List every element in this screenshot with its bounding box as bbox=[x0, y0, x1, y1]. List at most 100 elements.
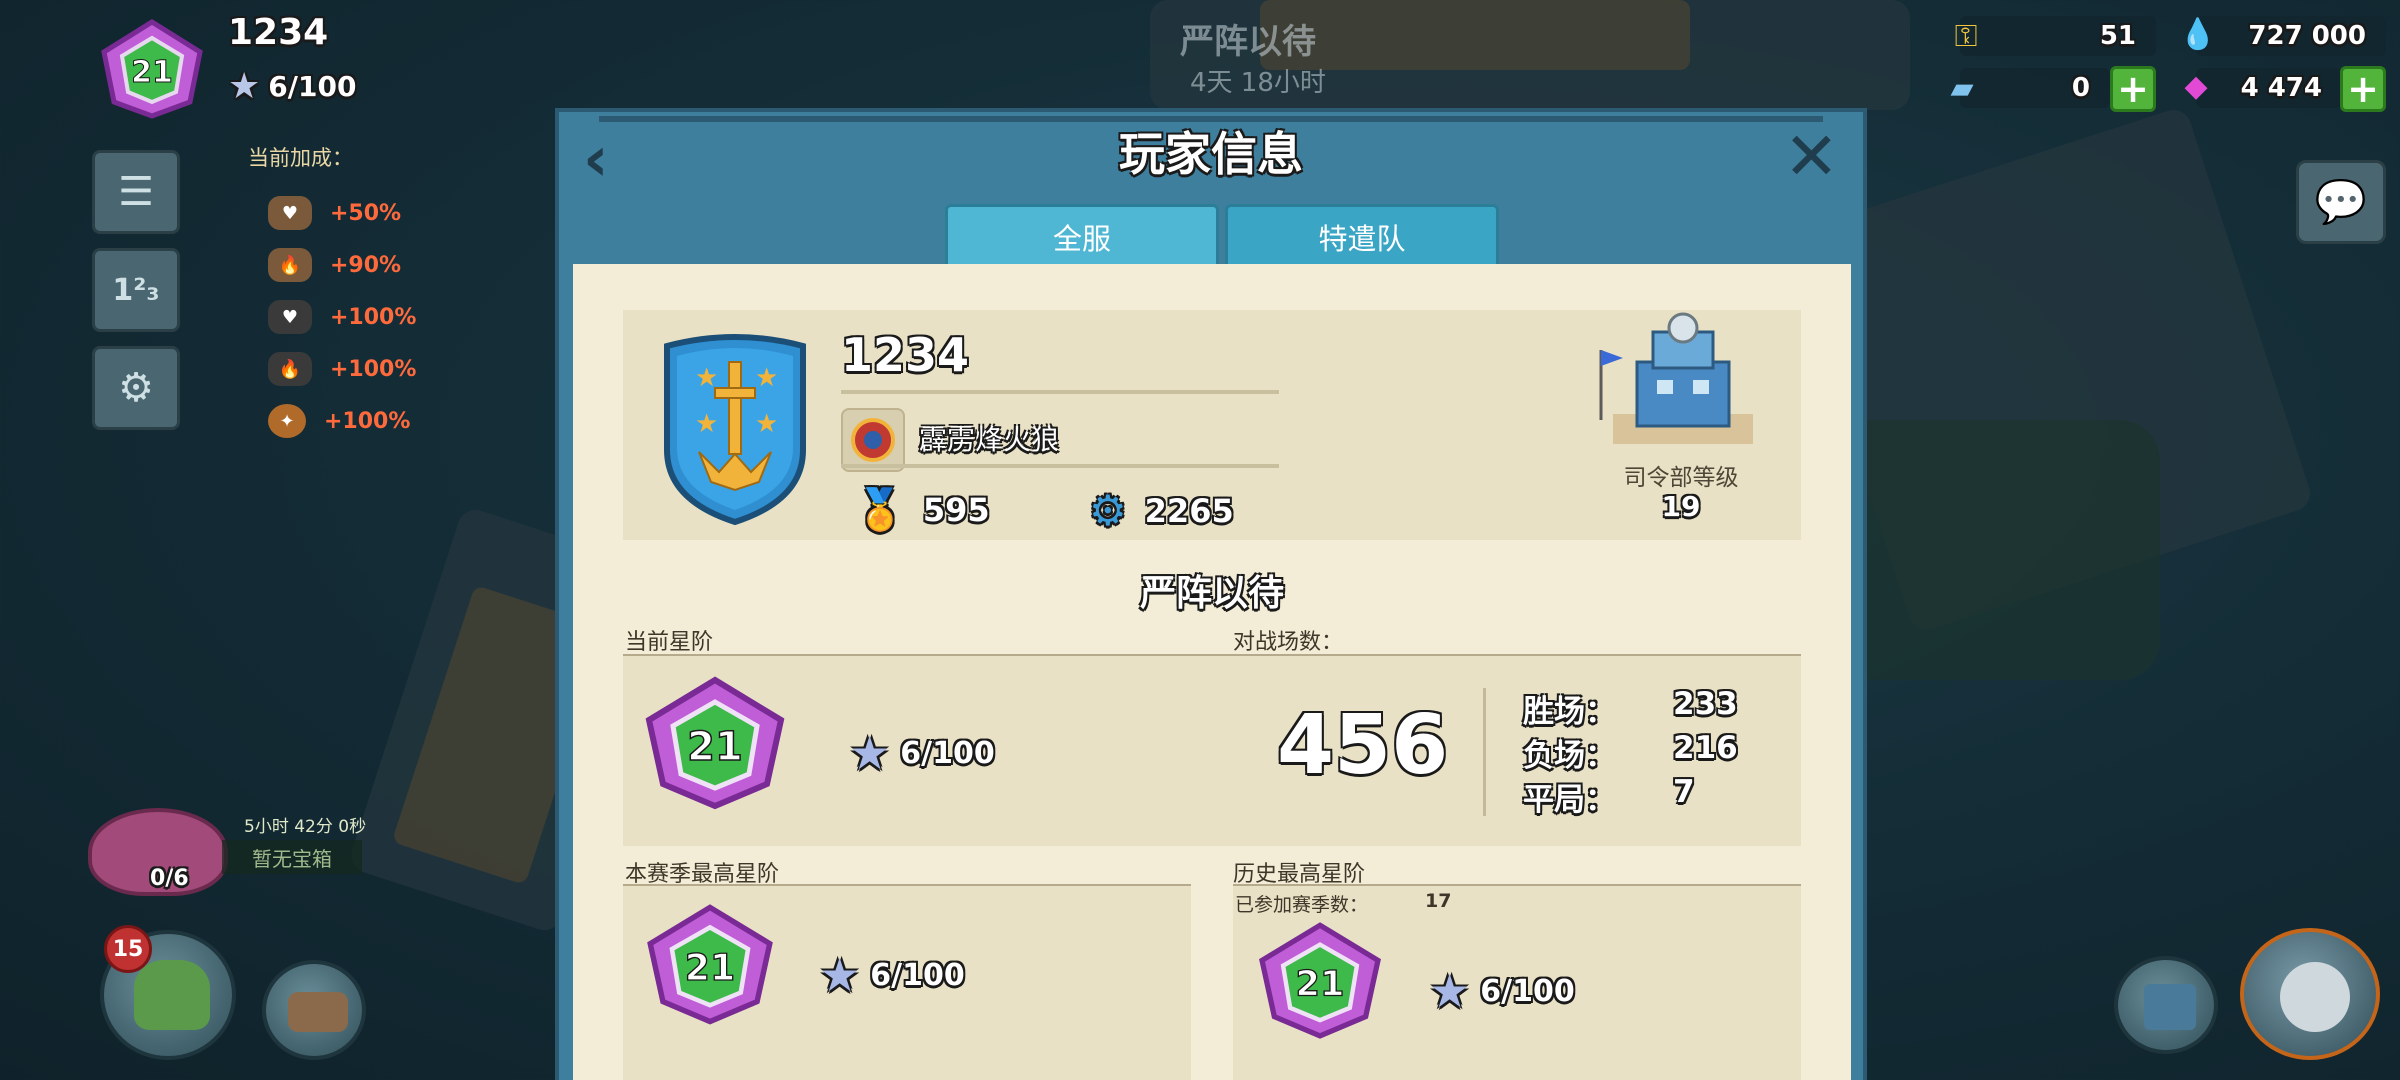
player-emblem-shield-icon: ★ ★ ★ ★ bbox=[664, 334, 806, 526]
attack-map-button[interactable] bbox=[2240, 928, 2380, 1060]
rank-badge-icon: 21 bbox=[645, 676, 785, 810]
history-best-stars-value: 6/100 bbox=[1480, 973, 1575, 1009]
chat-button[interactable]: 💬 bbox=[2296, 160, 2386, 244]
troop-damage-boost-icon: 🔥 bbox=[268, 248, 312, 282]
diamonds-counter: 727 000 bbox=[2196, 16, 2386, 56]
soldier-damage-boost-icon: 🔥 bbox=[268, 352, 312, 386]
season-best-stars-value: 6/100 bbox=[870, 957, 965, 993]
podium-icon: 1²₃ bbox=[112, 272, 160, 308]
leaderboard-button[interactable]: 1²₃ bbox=[92, 248, 180, 332]
headquarters-button[interactable] bbox=[2114, 956, 2218, 1054]
boost-row: ♥ +50% bbox=[268, 196, 401, 230]
hud-stars: ★ 6/100 bbox=[228, 66, 356, 107]
player-info-dialog: ‹ 玩家信息 ✕ 全服 特遣队 ★ ★ ★ ★ 1234 霹雳烽火狼 🏅 595… bbox=[555, 108, 1867, 1080]
globe-icon bbox=[2280, 962, 2350, 1032]
add-gems-button[interactable]: + bbox=[2340, 66, 2386, 112]
boost-value: +100% bbox=[330, 304, 417, 330]
boost-title: 当前加成： bbox=[248, 146, 353, 170]
seasons-joined-label: 已参加赛季数： bbox=[1235, 894, 1369, 916]
star-icon: ★ bbox=[228, 66, 261, 107]
boost-value: +50% bbox=[330, 200, 402, 226]
boost-value: +90% bbox=[330, 252, 402, 278]
tab-label: 特遣队 bbox=[1318, 221, 1406, 256]
rank-badge-level: 21 bbox=[131, 55, 173, 90]
wins-label: 胜场： bbox=[1523, 694, 1616, 730]
add-tickets-button[interactable]: + bbox=[2110, 66, 2156, 112]
rank-badge-icon[interactable]: 21 bbox=[92, 16, 212, 124]
dialog-title: 玩家信息 bbox=[1119, 127, 1303, 181]
diamond-icon: 💧 bbox=[2179, 16, 2217, 52]
current-rank-card: 21 ★ 6/100 456 胜场： 233 负场： 216 平局： 7 bbox=[623, 656, 1801, 846]
boost-row: 🔥 +90% bbox=[268, 248, 401, 282]
menu-button[interactable]: ☰ bbox=[92, 150, 180, 234]
gem-icon: ◆ bbox=[2184, 68, 2208, 104]
star-icon: ★ bbox=[819, 948, 861, 1002]
current-rank-label: 当前星阶 bbox=[625, 630, 714, 655]
key-icon: ⚿ bbox=[1954, 18, 1978, 54]
svg-text:★: ★ bbox=[755, 363, 778, 393]
boost-row: ♥ +100% bbox=[268, 300, 416, 334]
seasons-joined-value: 17 bbox=[1425, 890, 1452, 912]
gear-power-icon: ⚙ bbox=[1089, 486, 1127, 535]
dialog-paper: ★ ★ ★ ★ 1234 霹雳烽火狼 🏅 595 ⚙ 2265 司令部等级 19… bbox=[573, 264, 1851, 1080]
losses-value: 216 bbox=[1673, 730, 1738, 766]
keys-value: 51 bbox=[2099, 21, 2136, 51]
star-icon: ★ bbox=[849, 726, 891, 780]
player-card: ★ ★ ★ ★ 1234 霹雳烽火狼 🏅 595 ⚙ 2265 司令部等级 19 bbox=[623, 310, 1801, 540]
battles-label: 对战场数： bbox=[1233, 630, 1344, 655]
medal-icon: 🏅 bbox=[855, 487, 905, 533]
building-icon bbox=[2144, 984, 2196, 1030]
hq-level-value: 19 bbox=[1661, 490, 1701, 523]
hamburger-menu-icon: ☰ bbox=[118, 169, 154, 215]
divider bbox=[841, 464, 1279, 468]
clan-emblem-icon bbox=[841, 408, 905, 472]
boost-value: +100% bbox=[330, 356, 417, 382]
chest-count: 0/6 bbox=[150, 866, 189, 891]
divider bbox=[841, 390, 1279, 394]
tab-global[interactable]: 全服 bbox=[945, 204, 1219, 266]
battles-total: 456 bbox=[1277, 698, 1449, 793]
losses-label: 负场： bbox=[1523, 738, 1616, 774]
troops-icon bbox=[134, 960, 210, 1030]
tab-label: 全服 bbox=[1052, 221, 1111, 256]
weapons-button[interactable] bbox=[262, 960, 366, 1060]
hud-player-name: 1234 bbox=[228, 12, 329, 53]
event-title: 严阵以待 bbox=[1180, 22, 1316, 62]
event-time-left: 4天 18小时 bbox=[1190, 68, 1326, 98]
star-icon: ★ bbox=[1429, 964, 1471, 1018]
season-best-stars: ★ 6/100 bbox=[819, 948, 965, 1002]
svg-text:★: ★ bbox=[695, 409, 718, 439]
season-best-level: 21 bbox=[685, 946, 735, 989]
boost-row: 🔥 +100% bbox=[268, 352, 416, 386]
troop-health-boost-icon: ♥ bbox=[268, 196, 312, 230]
gear-icon: ⚙ bbox=[118, 365, 154, 411]
current-stars-value: 6/100 bbox=[900, 735, 995, 771]
tickets-value: 0 bbox=[2071, 73, 2090, 103]
history-best-card: 已参加赛季数： 17 21 ★ 6/100 bbox=[1233, 886, 1801, 1080]
chest-label: 暂无宝箱 bbox=[222, 840, 362, 874]
cannon-icon bbox=[288, 992, 348, 1032]
close-x-icon: ✕ bbox=[1783, 118, 1839, 195]
soldier-health-boost-icon: ♥ bbox=[268, 300, 312, 334]
boost-row: ✦ +100% bbox=[268, 404, 410, 438]
history-best-stars: ★ 6/100 bbox=[1429, 964, 1575, 1018]
hud-stars-value: 6/100 bbox=[268, 70, 357, 103]
history-best-level: 21 bbox=[1296, 964, 1345, 1005]
rank-badge-icon: 21 bbox=[647, 904, 773, 1025]
season-title: 严阵以待 bbox=[1139, 573, 1284, 614]
close-button[interactable]: ✕ bbox=[1784, 124, 1839, 190]
chest-timer: 5小时 42分 0秒 bbox=[244, 817, 367, 837]
power-value: 2265 bbox=[1144, 491, 1234, 530]
wins-value: 233 bbox=[1673, 686, 1738, 722]
boost-value: +100% bbox=[324, 408, 411, 434]
chest-widget[interactable]: 5小时 42分 0秒 暂无宝箱 0/6 bbox=[88, 808, 373, 896]
resource-boost-icon: ✦ bbox=[268, 404, 306, 438]
headquarters-icon bbox=[1599, 312, 1753, 444]
rank-level: 21 bbox=[687, 724, 743, 770]
medals-stat: 🏅 595 bbox=[855, 486, 990, 533]
settings-button[interactable]: ⚙ bbox=[92, 346, 180, 430]
diamonds-value: 727 000 bbox=[2248, 21, 2366, 51]
tab-task-force[interactable]: 特遣队 bbox=[1225, 204, 1499, 266]
troops-count-badge: 15 bbox=[104, 925, 152, 973]
rank-badge-icon: 21 bbox=[1259, 922, 1381, 1039]
